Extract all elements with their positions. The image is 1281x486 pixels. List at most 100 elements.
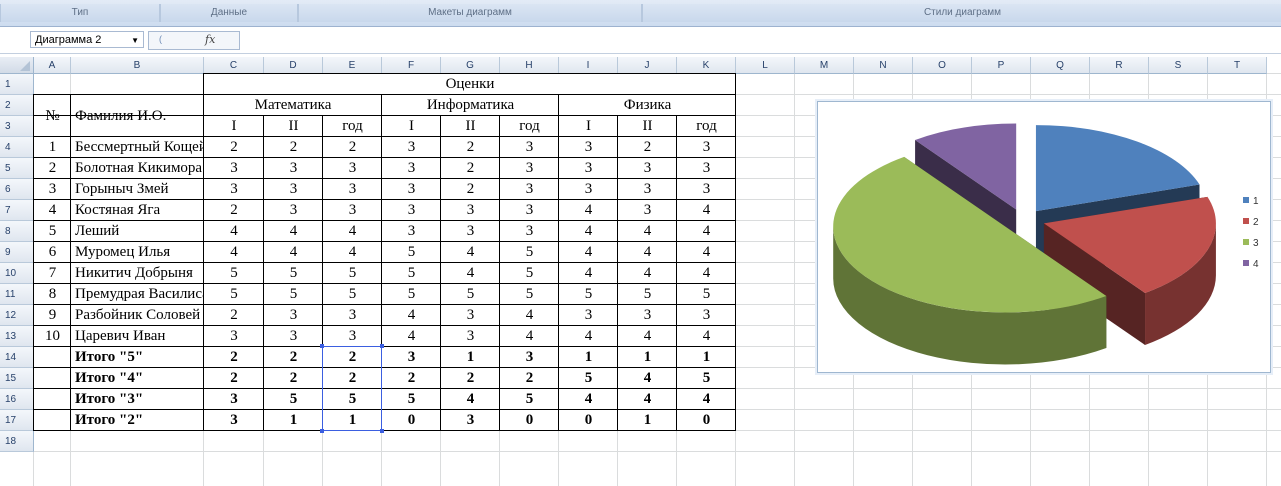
grade-cell[interactable]: 4 — [559, 326, 618, 347]
student-number[interactable]: 8 — [34, 284, 71, 305]
term-header[interactable]: год — [677, 116, 736, 137]
column-header[interactable]: K — [677, 57, 736, 74]
grade-cell[interactable]: 3 — [618, 305, 677, 326]
selection-handle[interactable] — [320, 429, 324, 433]
empty-cell[interactable] — [34, 410, 71, 431]
total-label[interactable]: Итого "4" — [71, 368, 208, 389]
grade-cell[interactable]: 4 — [382, 305, 441, 326]
grade-cell[interactable]: 3 — [441, 200, 500, 221]
row-header[interactable]: 14 — [0, 347, 34, 368]
grade-cell[interactable]: 5 — [323, 263, 382, 284]
grade-cell[interactable]: 2 — [618, 137, 677, 158]
total-cell[interactable]: 1 — [264, 410, 323, 431]
row-header[interactable]: 2 — [0, 95, 34, 116]
grade-cell[interactable]: 3 — [382, 179, 441, 200]
grade-cell[interactable]: 2 — [204, 137, 264, 158]
total-cell[interactable]: 5 — [382, 389, 441, 410]
grade-cell[interactable]: 3 — [677, 305, 736, 326]
select-all-corner[interactable] — [0, 57, 34, 74]
total-cell[interactable]: 1 — [441, 347, 500, 368]
grade-cell[interactable]: 3 — [323, 305, 382, 326]
grade-cell[interactable]: 4 — [382, 326, 441, 347]
grade-cell[interactable]: 3 — [441, 221, 500, 242]
grade-cell[interactable]: 5 — [559, 284, 618, 305]
student-number[interactable]: 4 — [34, 200, 71, 221]
grade-cell[interactable]: 3 — [559, 179, 618, 200]
total-cell[interactable]: 5 — [677, 368, 736, 389]
grade-cell[interactable]: 4 — [618, 221, 677, 242]
total-cell[interactable]: 3 — [204, 389, 264, 410]
grade-cell[interactable]: 5 — [264, 284, 323, 305]
column-header[interactable]: E — [323, 57, 382, 74]
term-header[interactable]: I — [559, 116, 618, 137]
chevron-down-icon[interactable]: ▼ — [131, 32, 139, 49]
total-cell[interactable]: 2 — [204, 347, 264, 368]
column-header[interactable]: D — [264, 57, 323, 74]
column-header[interactable]: F — [382, 57, 441, 74]
grade-cell[interactable]: 5 — [204, 284, 264, 305]
grade-cell[interactable]: 5 — [264, 263, 323, 284]
row-header[interactable]: 15 — [0, 368, 34, 389]
chart-area[interactable] — [817, 101, 1271, 373]
grade-cell[interactable]: 3 — [323, 179, 382, 200]
column-header[interactable]: O — [913, 57, 972, 74]
column-header[interactable]: P — [972, 57, 1031, 74]
grade-cell[interactable]: 3 — [382, 137, 441, 158]
row-header[interactable]: 9 — [0, 242, 34, 263]
grade-cell[interactable]: 3 — [204, 326, 264, 347]
total-cell[interactable]: 0 — [677, 410, 736, 431]
grade-cell[interactable]: 5 — [382, 242, 441, 263]
grade-cell[interactable]: 4 — [500, 305, 559, 326]
column-header[interactable]: C — [204, 57, 264, 74]
grade-cell[interactable]: 3 — [323, 200, 382, 221]
grade-cell[interactable]: 2 — [204, 305, 264, 326]
name-header[interactable]: Фамилия И.О. — [71, 95, 208, 137]
total-cell[interactable]: 2 — [264, 347, 323, 368]
ribbon-group-type[interactable]: Тип — [0, 4, 160, 22]
term-header[interactable]: I — [382, 116, 441, 137]
student-number[interactable]: 1 — [34, 137, 71, 158]
row-header[interactable]: 5 — [0, 158, 34, 179]
empty-cell[interactable] — [34, 368, 71, 389]
grade-cell[interactable]: 4 — [559, 221, 618, 242]
selection-range[interactable] — [322, 346, 382, 431]
function-icon[interactable]: fx — [205, 33, 215, 46]
grade-cell[interactable]: 3 — [382, 158, 441, 179]
total-cell[interactable]: 0 — [559, 410, 618, 431]
row-header[interactable]: 13 — [0, 326, 34, 347]
grade-cell[interactable]: 3 — [677, 179, 736, 200]
grade-cell[interactable]: 4 — [264, 221, 323, 242]
grade-cell[interactable]: 4 — [677, 326, 736, 347]
row-header[interactable]: 16 — [0, 389, 34, 410]
total-cell[interactable]: 4 — [618, 368, 677, 389]
grade-cell[interactable]: 4 — [618, 263, 677, 284]
column-header[interactable]: R — [1090, 57, 1149, 74]
row-header[interactable]: 4 — [0, 137, 34, 158]
grade-cell[interactable]: 3 — [559, 158, 618, 179]
total-label[interactable]: Итого "2" — [71, 410, 208, 431]
grade-cell[interactable]: 3 — [264, 179, 323, 200]
grade-cell[interactable]: 4 — [323, 221, 382, 242]
term-header[interactable]: год — [500, 116, 559, 137]
total-cell[interactable]: 2 — [382, 368, 441, 389]
grade-cell[interactable]: 3 — [204, 158, 264, 179]
total-cell[interactable]: 5 — [264, 389, 323, 410]
row-header[interactable]: 10 — [0, 263, 34, 284]
name-box[interactable]: Диаграмма 2 ▼ — [30, 31, 144, 48]
subject-header[interactable]: Информатика — [382, 95, 559, 116]
row-header[interactable]: 6 — [0, 179, 34, 200]
grade-cell[interactable]: 4 — [204, 221, 264, 242]
selection-handle[interactable] — [380, 429, 384, 433]
grade-cell[interactable]: 3 — [618, 200, 677, 221]
grade-cell[interactable]: 3 — [204, 179, 264, 200]
student-number[interactable]: 5 — [34, 221, 71, 242]
total-cell[interactable]: 3 — [382, 347, 441, 368]
row-header[interactable]: 11 — [0, 284, 34, 305]
column-header[interactable]: M — [795, 57, 854, 74]
grade-cell[interactable]: 3 — [382, 200, 441, 221]
total-cell[interactable]: 2 — [500, 368, 559, 389]
empty-cell[interactable] — [34, 389, 71, 410]
grade-cell[interactable]: 3 — [264, 200, 323, 221]
grade-cell[interactable]: 3 — [441, 326, 500, 347]
student-name[interactable]: Премудрая Василиса — [71, 284, 208, 305]
